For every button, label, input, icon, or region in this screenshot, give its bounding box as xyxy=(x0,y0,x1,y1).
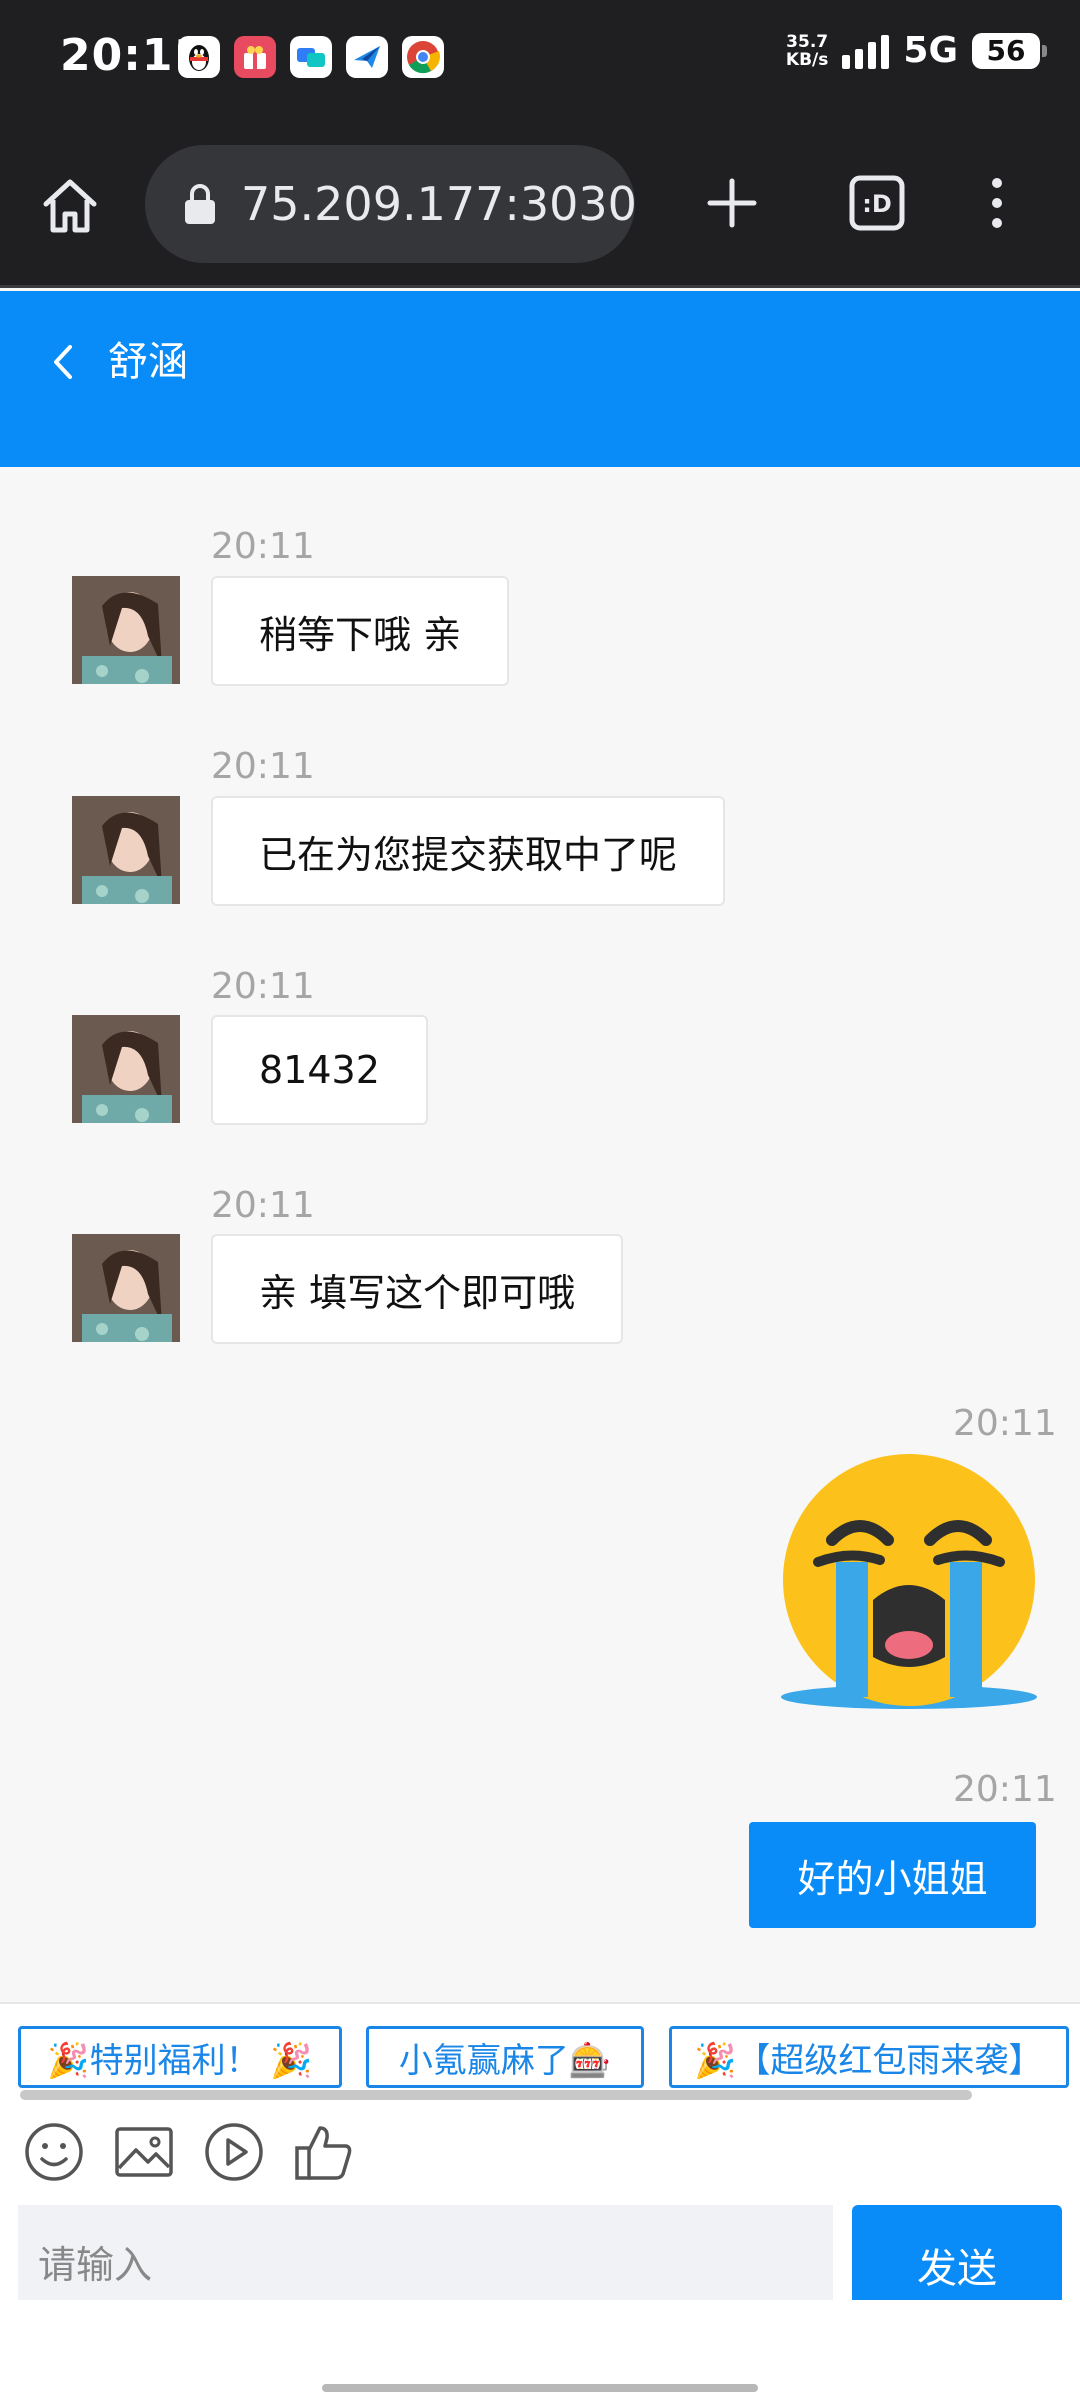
message-time: 20:11 xyxy=(211,966,315,1007)
horizontal-scrollbar[interactable] xyxy=(20,2090,972,2100)
url-text: 75.209.177:3030 xyxy=(241,177,635,231)
message-bubble: 已在为您提交获取中了呢 xyxy=(211,796,726,906)
home-indicator[interactable] xyxy=(322,2384,758,2392)
network-type: 5G xyxy=(903,30,958,71)
page: 20:11 35.7 KB/s 5G 56 75.209.177:3030:D… xyxy=(0,0,1080,2400)
message-time: 20:11 xyxy=(211,746,315,787)
network-speed: 35.7 KB/s xyxy=(785,31,829,70)
quick-reply-chip[interactable]: 🎉特别福利！ 🎉 xyxy=(18,2026,342,2088)
tab-switcher-icon[interactable]: :D xyxy=(842,168,912,238)
message-bubble: 81432 xyxy=(211,1015,428,1125)
avatar[interactable] xyxy=(72,1234,180,1342)
status-indicators: 35.7 KB/s 5G 56 xyxy=(785,30,1047,71)
video-icon[interactable] xyxy=(202,2120,266,2184)
message-time: 20:11 xyxy=(953,1403,1057,1444)
more-menu-icon[interactable] xyxy=(962,168,1032,238)
status-bar: 20:11 35.7 KB/s 5G 56 xyxy=(0,0,1080,118)
chrome-icon xyxy=(402,36,444,78)
thumbs-up-icon[interactable] xyxy=(292,2120,356,2184)
new-tab-icon[interactable] xyxy=(697,168,767,238)
quick-reply-bar: 🎉特别福利！ 🎉 小氪赢麻了🎰 🎉【超级红包雨来袭】 xyxy=(0,2002,1080,2110)
avatar[interactable] xyxy=(72,1015,180,1123)
message-bubble: 稍等下哦 亲 xyxy=(211,576,510,686)
mail-app-icon xyxy=(346,36,388,78)
avatar[interactable] xyxy=(72,796,180,904)
signal-icon xyxy=(842,33,890,69)
composer: 发送 xyxy=(0,2110,1080,2325)
back-icon[interactable] xyxy=(42,327,82,397)
meeting-app-icon xyxy=(290,36,332,78)
quick-reply-chip[interactable]: 🎉【超级红包雨来袭】 xyxy=(669,2026,1069,2088)
loudly-crying-face-emoji-icon xyxy=(780,1452,1038,1710)
qq-icon xyxy=(178,36,220,78)
svg-text::D: :D xyxy=(862,190,892,218)
address-bar[interactable]: 75.209.177:3030 xyxy=(145,145,635,263)
message-time: 20:11 xyxy=(953,1769,1057,1810)
gift-app-icon xyxy=(234,36,276,78)
chat-header: 舒涵 xyxy=(0,291,1080,467)
browser-toolbar: 75.209.177:3030 :D xyxy=(0,118,1080,288)
battery-icon: 56 xyxy=(972,32,1047,69)
chat-title: 舒涵 xyxy=(108,339,188,385)
avatar[interactable] xyxy=(72,576,180,684)
lock-icon xyxy=(185,184,215,224)
message-bubble: 亲 填写这个即可哦 xyxy=(211,1234,624,1344)
image-icon[interactable] xyxy=(112,2120,176,2184)
message-time: 20:11 xyxy=(211,526,315,567)
emoji-icon[interactable] xyxy=(22,2120,86,2184)
message-bubble-self: 好的小姐姐 xyxy=(749,1822,1036,1928)
home-icon[interactable] xyxy=(38,174,102,238)
status-app-icons xyxy=(178,36,444,78)
message-time: 20:11 xyxy=(211,1185,315,1226)
quick-reply-chip[interactable]: 小氪赢麻了🎰 xyxy=(366,2026,644,2088)
